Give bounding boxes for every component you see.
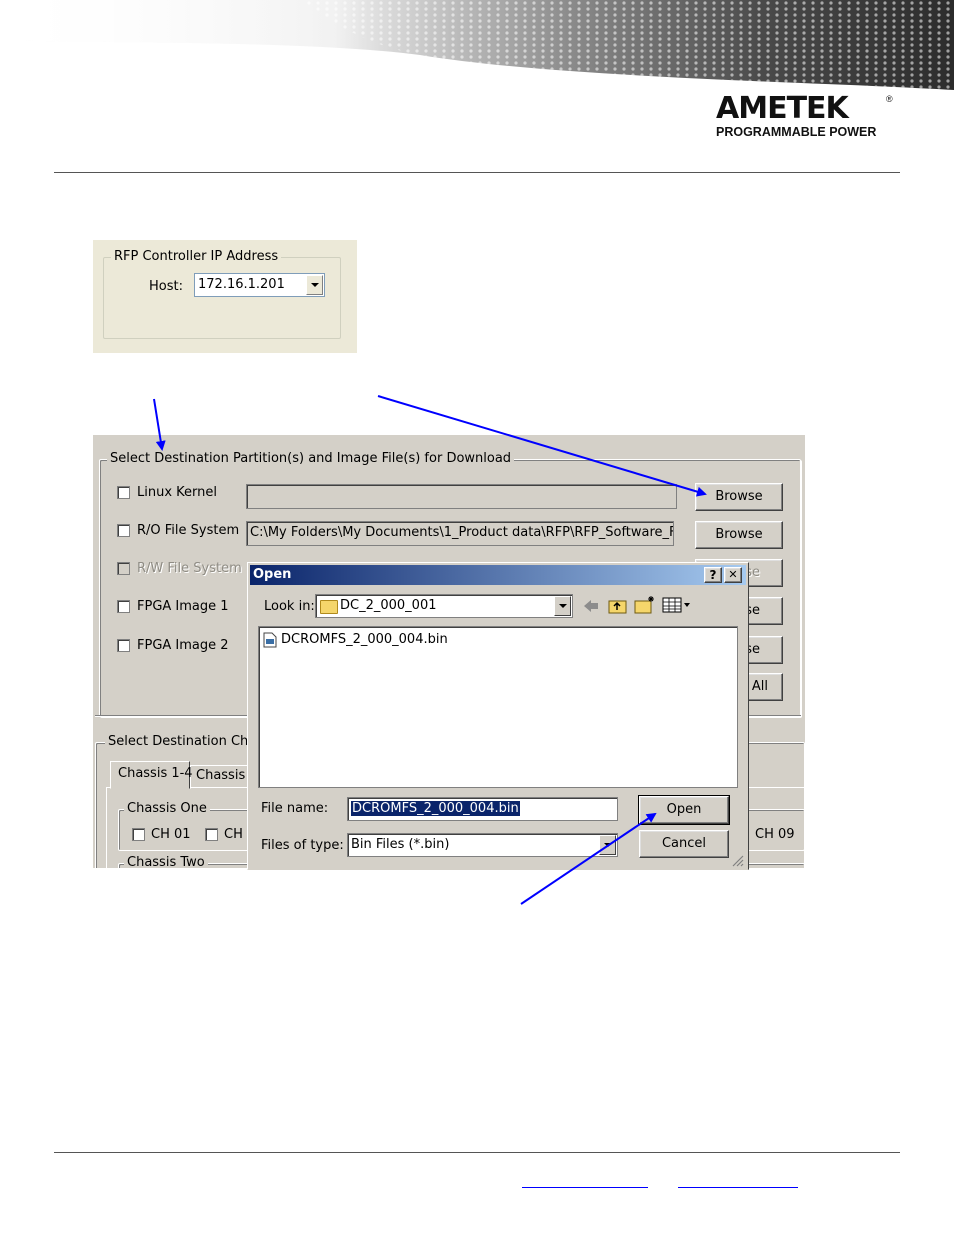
footer-link-2-underline[interactable] xyxy=(678,1187,798,1188)
tab-chassis-1-4[interactable]: Chassis 1-4 xyxy=(110,761,193,789)
footer-divider xyxy=(54,1152,900,1153)
footer-link-1-underline[interactable] xyxy=(522,1187,648,1188)
arrow-to-partition-label xyxy=(153,398,166,451)
tab-chassis-1-4-label: Chassis 1-4 xyxy=(118,766,193,781)
arrow-to-browse-button xyxy=(377,395,707,497)
annotation-arrows xyxy=(153,395,707,905)
arrow-to-open-button xyxy=(520,812,657,905)
